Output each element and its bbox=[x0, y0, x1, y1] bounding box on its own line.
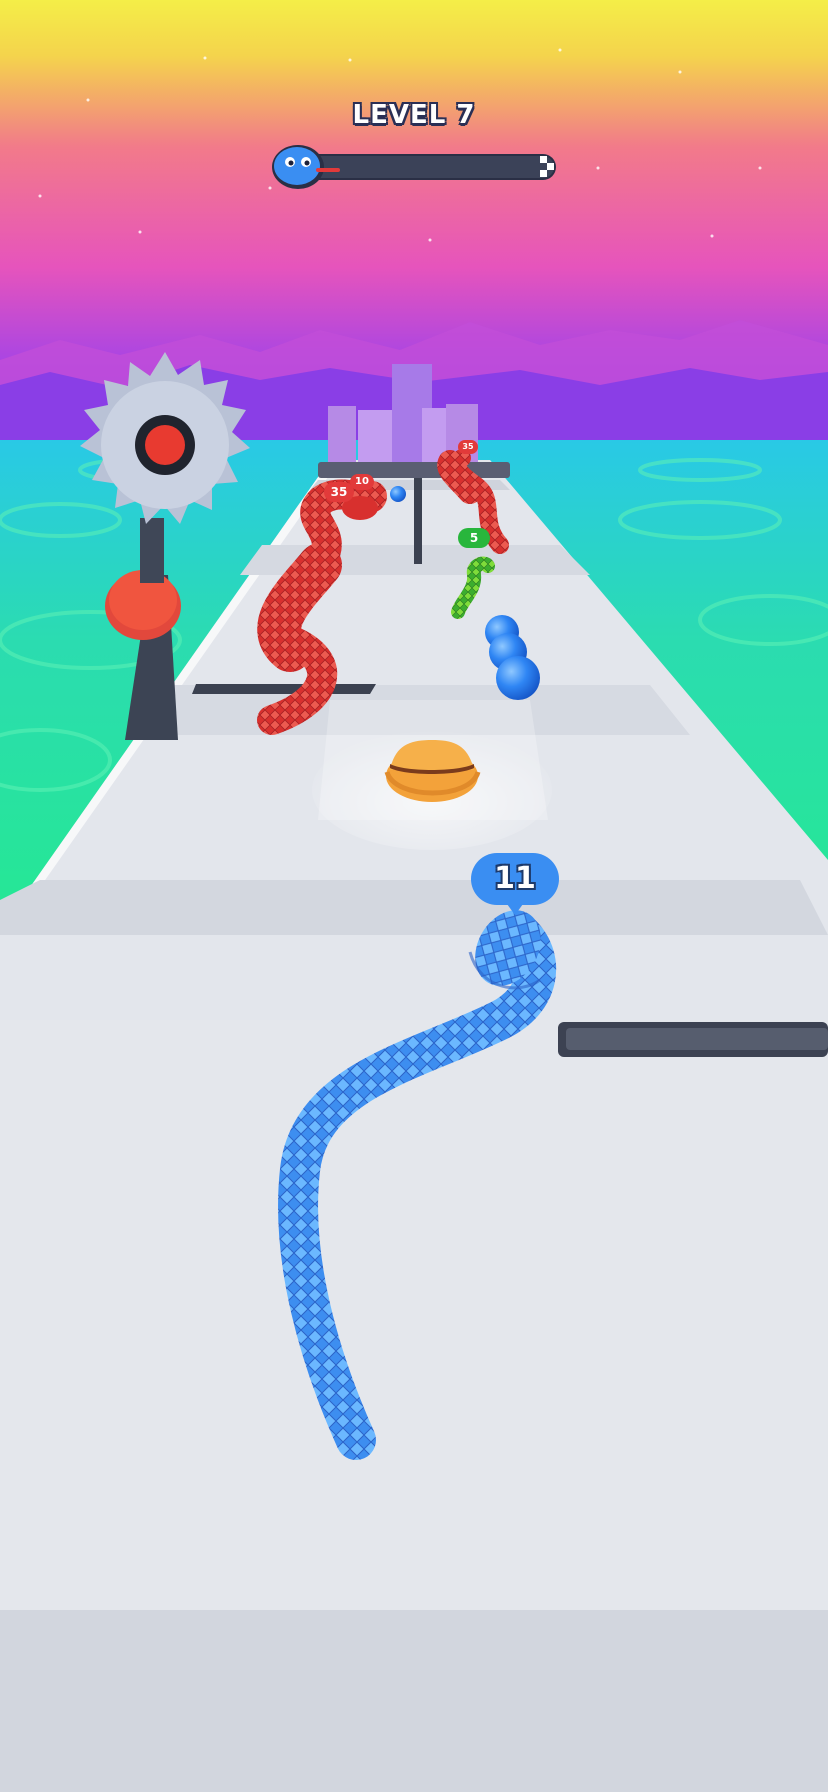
enemy-length-badge: 10 bbox=[350, 474, 374, 490]
enemy-length-badge: 5 bbox=[458, 528, 490, 548]
road-surface-lower bbox=[0, 1020, 828, 1610]
enemy-length-badge: 35 bbox=[458, 440, 478, 454]
gate-left bbox=[192, 684, 376, 694]
game-scene bbox=[0, 0, 828, 1792]
cowboy-hat-icon bbox=[312, 700, 552, 850]
enemy-length-badge: 35 bbox=[324, 482, 354, 502]
level-title: LEVEL 7 bbox=[352, 100, 476, 130]
player-length-badge: 11 bbox=[471, 853, 559, 915]
